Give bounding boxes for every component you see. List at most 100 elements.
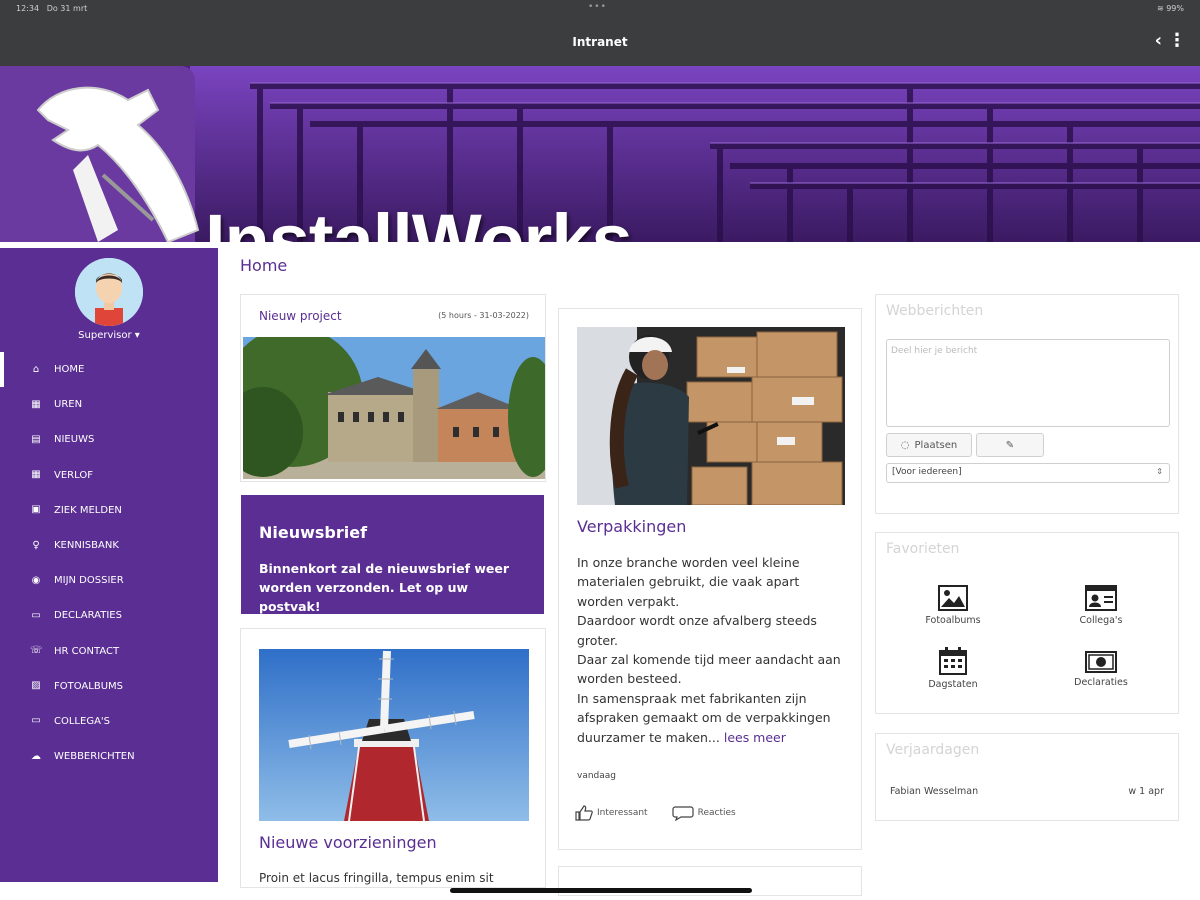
status-time: 12:34 [16,4,40,13]
status-date: Do 31 mrt [46,4,88,13]
news-icon: ▤ [31,433,41,445]
facilities-card[interactable]: Nieuwe voorzieningen Proin et lacus frin… [240,628,546,888]
sidebar-item-verlof[interactable]: ▦ VERLOF [0,458,218,493]
sidebar-item-nieuws[interactable]: ▤ NIEUWS [0,422,218,457]
castle-photo [243,337,545,479]
panel-title: Webberichten [886,303,984,319]
paragraph: In onze branche worden veel kleine mater… [577,555,800,609]
delivery-photo [577,327,845,505]
card-body: In onze branche worden veel kleine mater… [577,553,847,747]
favorite-label: Dagstaten [928,679,978,690]
sidebar-item-label: DECLARATIES [54,610,122,622]
sidebar-item-ziek-melden[interactable]: ▣ ZIEK MELDEN [0,493,218,528]
calendar-icon: ▦ [31,398,41,410]
sidebar-item-label: ZIEK MELDEN [54,504,122,516]
home-icon: ⌂ [32,363,40,375]
read-more-link[interactable]: lees meer [724,730,786,745]
paragraph: Daar zal komende tijd meer aandacht aan … [577,652,841,687]
chevron-left-icon[interactable]: ‹ [1155,30,1162,51]
sidebar-item-label: KENNISBANK [54,540,119,552]
brand-banner: InstallWorks [0,66,1200,242]
chat-icon: ☁ [31,750,41,762]
newsletter-card[interactable]: Nieuwsbrief Binnenkort zal de nieuwsbrie… [241,495,544,614]
card-title[interactable]: Nieuwe voorzieningen [259,833,437,852]
birthday-date: w 1 apr [1128,786,1164,797]
sidebar-item-label: WEBBERICHTEN [54,751,135,763]
pencil-icon: ✎ [1005,439,1015,451]
like-label: Interessant [597,808,648,818]
thumbs-up-icon [575,805,593,821]
windmill-photo [259,649,529,821]
comments-label: Reacties [697,808,736,818]
status-battery: ≋ 99% [1156,4,1184,13]
like-button[interactable]: Interessant [575,805,648,821]
user-avatar-icon [75,258,143,326]
card-excerpt: Proin et lacus fringilla, tempus enim si… [259,871,494,885]
breadcrumb[interactable]: Home [240,256,287,275]
paragraph: In samenspraak met fabrikanten zijn afsp… [577,690,831,745]
role-dropdown[interactable]: Supervisor ▾ [0,330,218,341]
multitask-dots[interactable]: ••• [588,2,607,12]
favorite-dagstaten[interactable]: Dagstaten [903,647,1003,690]
audience-select[interactable]: [Voor iedereen] ⇕ [886,463,1170,483]
more-vertical-icon[interactable]: ⋮ [1168,30,1186,51]
sidebar-item-label: FOTOALBUMS [54,680,123,692]
birthday-row[interactable]: Fabian Wesselman w 1 apr [890,786,1164,797]
contact-icon: ☏ [30,645,43,657]
panel-title: Favorieten [886,541,960,557]
money-icon: ▭ [31,609,41,621]
project-card[interactable]: Nieuw project (5 hours - 31-03-2022) [240,294,546,482]
favorites-panel: Favorieten Fotoalbums Collega's Dagstate… [875,532,1179,714]
favorite-label: Declaraties [1074,677,1128,688]
sidebar-nav: ⌂ HOME ▦ UREN ▤ NIEUWS ▦ VERLOF ▣ ZIEK M… [0,352,218,774]
money-icon [1085,651,1117,673]
sidebar-item-kennisbank[interactable]: ♀ KENNISBANK [0,528,218,563]
sidebar: Supervisor ▾ ⌂ HOME ▦ UREN ▤ NIEUWS ▦ VE… [0,248,218,882]
audience-value: [Voor iedereen] [892,467,962,477]
sidebar-item-collegas[interactable]: ▭ COLLEGA'S [0,704,218,739]
image-icon: ▨ [31,680,41,692]
sidebar-item-label: COLLEGA'S [54,715,111,727]
home-indicator[interactable] [450,888,752,893]
card-title[interactable]: Nieuw project [259,309,342,323]
id-card-icon: ▭ [31,715,41,727]
sidebar-item-home[interactable]: ⌂ HOME [0,352,218,388]
sidebar-item-uren[interactable]: ▦ UREN [0,387,218,422]
sidebar-item-declaraties[interactable]: ▭ DECLARATIES [0,598,218,633]
favorite-fotoalbums[interactable]: Fotoalbums [903,585,1003,626]
newsletter-title: Nieuwsbrief [259,523,368,542]
avatar[interactable] [75,258,143,326]
post-date: vandaag [577,771,617,781]
lightbulb-icon: ♀ [32,539,40,551]
card-meta: (5 hours - 31-03-2022) [438,311,529,320]
user-circle-icon: ◉ [31,574,41,586]
id-card-icon [1085,585,1117,611]
sidebar-item-fotoalbums[interactable]: ▨ FOTOALBUMS [0,669,218,704]
sidebar-item-webberichten[interactable]: ☁ WEBBERICHTEN [0,739,218,774]
panel-title: Verjaardagen [886,742,980,758]
comments-button[interactable]: Reacties [671,805,736,821]
favorite-collegas[interactable]: Collega's [1051,585,1151,626]
status-time-date: 12:34 Do 31 mrt [16,4,87,13]
sidebar-item-label: HR CONTACT [54,645,120,657]
message-input[interactable]: Deel hier je bericht [886,339,1170,427]
favorite-declaraties[interactable]: Declaraties [1051,651,1151,688]
brand-name: InstallWorks [205,199,633,243]
post-button[interactable]: ◌ Plaatsen [886,433,972,457]
edit-button[interactable]: ✎ [976,433,1044,457]
packaging-card[interactable]: Verpakkingen In onze branche worden veel… [558,308,862,850]
sidebar-item-label: UREN [54,399,83,411]
sidebar-item-mijn-dossier[interactable]: ◉ MIJN DOSSIER [0,563,218,598]
post-label: Plaatsen [914,439,958,451]
select-arrows-icon: ⇕ [1156,467,1163,476]
paragraph: Daardoor wordt onze afvalberg steeds gro… [577,613,817,648]
app-title: Intranet [572,35,628,49]
webberichten-panel: Webberichten Deel hier je bericht ◌ Plaa… [875,294,1179,514]
calendar-icon: ▦ [31,469,41,481]
favorite-label: Collega's [1079,615,1123,626]
sidebar-item-label: NIEUWS [54,434,95,446]
sidebar-item-hr-contact[interactable]: ☏ HR CONTACT [0,634,218,669]
newsletter-text: Binnenkort zal de nieuwsbrief weer worde… [259,561,510,614]
card-title[interactable]: Verpakkingen [577,517,686,536]
birthdays-panel: Verjaardagen Fabian Wesselman w 1 apr [875,733,1179,821]
